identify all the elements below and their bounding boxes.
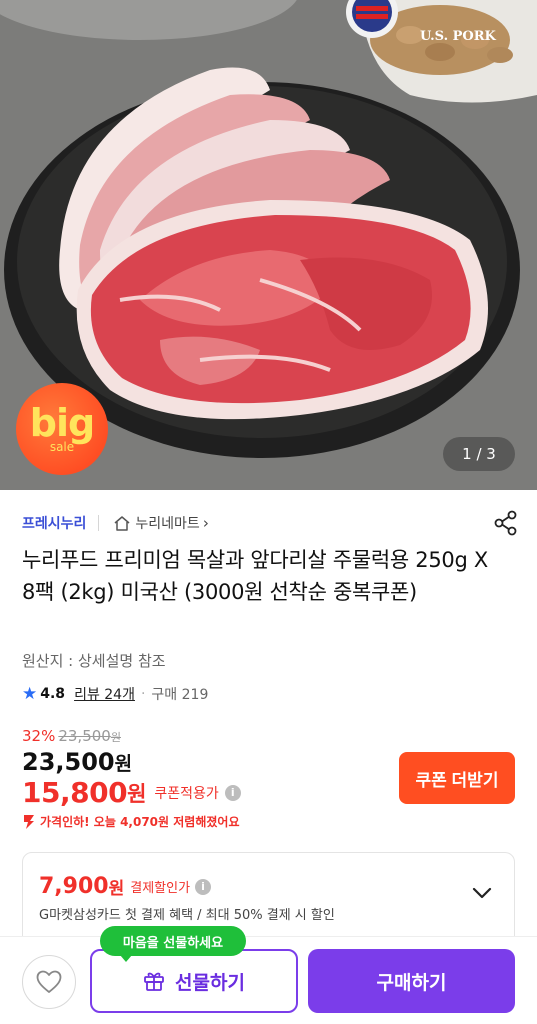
discount-percent: 32% — [22, 727, 56, 745]
origin-label: 원산지 : 상세설명 참조 — [22, 652, 166, 670]
gift-icon — [144, 972, 164, 991]
image-pager: 1 / 3 — [443, 437, 515, 471]
badge-big-text: big — [29, 401, 95, 445]
seller-row: 프레시누리 누리네마트 › — [22, 510, 519, 536]
rating-row: ★ 4.8 리뷰 24개 · 구매 219 — [22, 684, 208, 704]
original-price: 23,500 — [58, 727, 111, 745]
mart-label: 누리네마트 — [135, 516, 200, 532]
info-icon[interactable]: i — [195, 878, 212, 895]
seller-name[interactable]: 프레시누리 — [22, 513, 86, 533]
payment-description: G마켓삼성카드 첫 결제 혜택 / 최대 50% 결제 시 할인 — [39, 908, 335, 923]
product-title: 누리푸드 프리미엄 목살과 앞다리살 주물럭용 250g X 8팩 (2kg) … — [22, 548, 488, 604]
buy-button[interactable]: 구매하기 — [308, 949, 515, 1013]
more-coupons-button[interactable]: 쿠폰 더받기 — [399, 752, 515, 804]
share-icon[interactable] — [493, 510, 519, 536]
reviews-link[interactable]: 리뷰 24개 — [74, 684, 135, 704]
mart-link[interactable]: 누리네마트 › — [113, 513, 209, 533]
big-sale-badge: big sale — [16, 383, 108, 475]
gift-button-label: 선물하기 — [175, 972, 245, 994]
sale-price: 23,500원 — [22, 748, 132, 776]
heart-icon — [36, 970, 62, 993]
payment-price-unit: 원 — [108, 879, 125, 899]
sales-count: 구매 219 — [151, 687, 209, 703]
payment-price-value: 7,900 — [39, 874, 109, 899]
original-price-unit: 원 — [110, 731, 121, 744]
star-icon: ★ — [22, 684, 38, 704]
coupon-price-unit: 원 — [127, 781, 147, 806]
coupon-price-row: 15,800 원 쿠폰적용가 i — [22, 776, 241, 809]
divider — [98, 515, 100, 531]
price-drop-notice: 가격인하! 오늘 4,070원 저렴해졌어요 — [22, 813, 239, 830]
info-icon[interactable]: i — [224, 784, 241, 801]
rating-score: 4.8 — [40, 686, 66, 702]
discount-row: 32% 23,500 원 — [22, 727, 121, 745]
wishlist-button[interactable] — [22, 955, 76, 1009]
sale-price-unit: 원 — [114, 753, 133, 775]
bottom-action-bar: 선물하기 구매하기 — [0, 936, 537, 1024]
payment-price-row: 7,900 원 결제할인가 i — [39, 874, 212, 899]
arrow-down-icon — [24, 814, 34, 829]
coupon-price-label: 쿠폰적용가 — [154, 785, 219, 802]
badge-sale-text: sale — [49, 440, 75, 454]
home-icon — [114, 516, 130, 531]
price-drop-text: 가격인하! 오늘 4,070원 저렴해졌어요 — [40, 815, 240, 829]
product-image[interactable]: U.S. PORK big sale 1 / 3 — [0, 0, 537, 490]
us-pork-logo: U.S. PORK — [420, 29, 497, 44]
chevron-down-icon[interactable] — [472, 887, 492, 899]
payment-price-label: 결제할인가 — [130, 881, 191, 896]
mart-chevron: › — [202, 514, 209, 532]
dot-separator: · — [140, 686, 146, 702]
gift-tooltip: 마음을 선물하세요 — [100, 926, 246, 962]
coupon-price-value: 15,800 — [22, 776, 128, 809]
sale-price-value: 23,500 — [22, 748, 115, 776]
